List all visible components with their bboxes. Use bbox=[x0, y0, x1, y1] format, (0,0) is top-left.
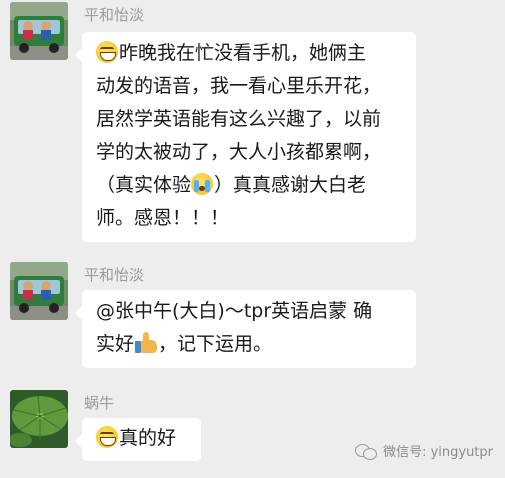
message-text: ，记下运用。 bbox=[158, 333, 273, 355]
message-line: 实好 ，记下运用。 bbox=[96, 328, 400, 361]
grin-emoji-icon bbox=[96, 426, 118, 448]
message-bubble[interactable]: 昨晚我在忙没看手机，她俩主 动发的语音，我一看心里乐开花， 居然学英语能有这么兴… bbox=[75, 32, 416, 242]
message-line: 师。感恩！！！ bbox=[96, 207, 230, 229]
message-text: ）真真感谢大白老 bbox=[214, 174, 367, 196]
wechat-icon bbox=[355, 442, 378, 460]
message-line: 居然学英语能有这么兴趣了，以前 bbox=[96, 108, 382, 130]
message-line: （真实体验 ）真真感谢大白老 bbox=[96, 169, 400, 202]
sender-name: 平和怡淡 bbox=[84, 6, 145, 24]
sender-name: 平和怡淡 bbox=[84, 266, 145, 284]
message-bubble[interactable]: 真的好 bbox=[75, 418, 201, 461]
lotus-leaf-photo bbox=[10, 390, 68, 448]
message-text: （真实体验 bbox=[96, 174, 192, 196]
kids-in-car-photo bbox=[10, 2, 68, 60]
crying-emoji-icon bbox=[191, 173, 214, 195]
message-line: 动发的语音，我一看心里乐开花， bbox=[96, 75, 382, 97]
kids-in-car-photo bbox=[10, 262, 68, 320]
avatar[interactable] bbox=[10, 2, 68, 60]
wechat-watermark: 微信号: yingyutpr bbox=[355, 441, 493, 460]
message-line: 真的好 bbox=[96, 422, 185, 455]
thumbs-up-emoji-icon bbox=[134, 331, 158, 355]
avatar[interactable] bbox=[10, 262, 68, 320]
grin-emoji-icon bbox=[96, 41, 118, 63]
message-line: 学的太被动了，大人小孩都累啊， bbox=[96, 141, 382, 163]
watermark-text: 微信号: yingyutpr bbox=[383, 445, 493, 460]
message-text: 昨晚我在忙没看手机，她俩主 bbox=[119, 42, 367, 64]
message-line: @张中午(大白)～tpr英语启蒙 确 bbox=[96, 300, 373, 322]
message-bubble[interactable]: @张中午(大白)～tpr英语启蒙 确 实好 ，记下运用。 bbox=[75, 290, 416, 368]
message-line: 昨晚我在忙没看手机，她俩主 bbox=[96, 37, 400, 70]
sender-name: 蜗牛 bbox=[84, 394, 115, 412]
avatar[interactable] bbox=[10, 390, 68, 448]
message-text: 真的好 bbox=[119, 427, 177, 449]
message-text: 实好 bbox=[96, 333, 135, 355]
